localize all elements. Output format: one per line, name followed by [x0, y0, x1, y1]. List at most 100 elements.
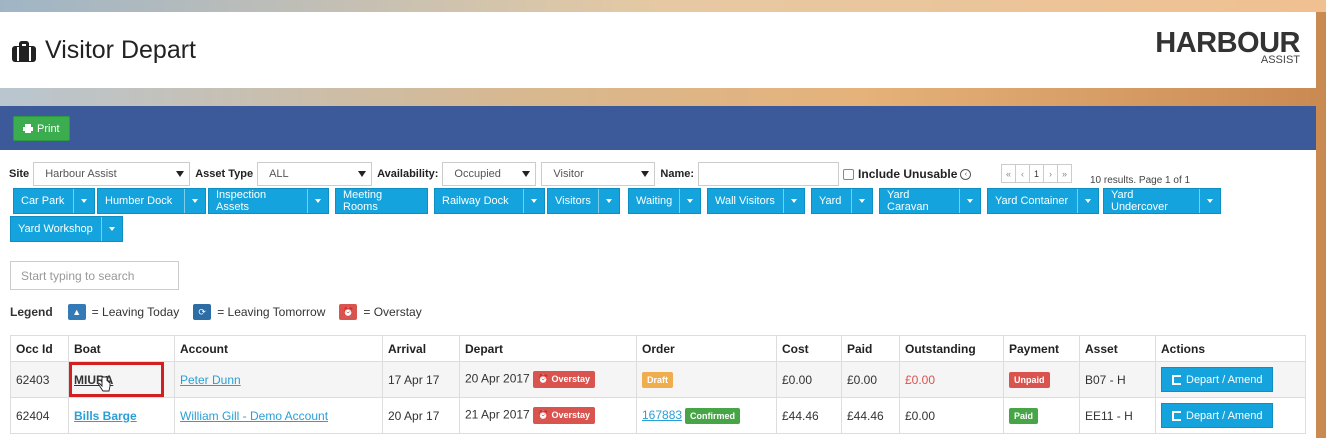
hand-cursor-icon	[98, 376, 111, 392]
asset-cell: EE11 - H	[1079, 397, 1156, 434]
chevron-down-icon[interactable]	[73, 189, 94, 213]
col-arrival[interactable]: Arrival	[382, 335, 460, 362]
arrival-cell: 20 Apr 17	[382, 397, 460, 434]
col-boat[interactable]: Boat	[68, 335, 175, 362]
category-yard-undercover[interactable]: Yard Undercover	[1103, 188, 1221, 214]
chevron-down-icon[interactable]	[959, 189, 980, 213]
highlight-box	[69, 362, 164, 397]
col-account[interactable]: Account	[174, 335, 383, 362]
col-order[interactable]: Order	[636, 335, 777, 362]
category-inspection-assets[interactable]: Inspection Assets	[208, 188, 329, 214]
legend-leaving-tomorrow: = Leaving Tomorrow	[217, 305, 326, 319]
order-link[interactable]: 167883	[642, 408, 682, 422]
page-title: Visitor Depart	[12, 36, 196, 65]
pager-last-button[interactable]: »	[1057, 164, 1072, 183]
chevron-down-icon[interactable]	[523, 189, 544, 213]
asset-cell: B07 - H	[1079, 361, 1156, 398]
col-outstanding[interactable]: Outstanding	[899, 335, 1004, 362]
col-asset[interactable]: Asset	[1079, 335, 1156, 362]
depart-amend-button[interactable]: Depart / Amend	[1161, 367, 1274, 392]
outstanding-cell: £0.00	[899, 361, 1004, 398]
toolbar: Print	[0, 106, 1316, 150]
print-button[interactable]: Print	[13, 116, 70, 141]
depart-amend-button[interactable]: Depart / Amend	[1161, 403, 1274, 428]
asset-type-select[interactable]: ALL	[257, 162, 373, 186]
col-paid[interactable]: Paid	[841, 335, 900, 362]
category-label: Waiting	[636, 195, 673, 207]
chevron-down-icon[interactable]	[1199, 189, 1220, 213]
alarm-clock-icon: ⏰	[339, 304, 358, 320]
actions-cell: Depart / Amend	[1155, 397, 1306, 434]
col-depart[interactable]: Depart	[459, 335, 637, 362]
depart-date: 20 Apr 2017	[465, 371, 530, 386]
category-car-park[interactable]: Car Park	[13, 188, 95, 214]
category-visitors[interactable]: Visitors	[547, 188, 620, 214]
account-link[interactable]: Peter Dunn	[180, 373, 241, 387]
category-label: Yard Caravan	[887, 189, 929, 213]
cost-cell: £0.00	[776, 361, 842, 398]
table-row: 62404 Bills Barge William Gill - Demo Ac…	[10, 397, 1306, 434]
account-cell: Peter Dunn	[174, 361, 383, 398]
depart-amend-label: Depart / Amend	[1186, 373, 1263, 386]
category-wall-visitors[interactable]: Wall Visitors	[707, 188, 805, 214]
col-cost[interactable]: Cost	[776, 335, 842, 362]
occ-id-cell: 62403	[10, 361, 69, 398]
category-yard-caravan[interactable]: Yard Caravan	[879, 188, 981, 214]
category-waiting[interactable]: Waiting	[628, 188, 701, 214]
category-humber-dock[interactable]: Humber Dock	[97, 188, 206, 214]
pager-next-button[interactable]: ›	[1043, 164, 1058, 183]
actions-cell: Depart / Amend	[1155, 361, 1306, 398]
main-panel: Site Harbour Assist Asset Type ALL Avail…	[0, 150, 1316, 438]
results-count: 10 results. Page 1 of 1	[1090, 175, 1191, 186]
site-label: Site	[9, 168, 30, 180]
alarm-clock-icon: ⏰	[537, 374, 552, 384]
category-label: Yard Workshop	[18, 223, 93, 235]
category-meeting-rooms[interactable]: Meeting Rooms	[335, 188, 428, 214]
pager-first-button[interactable]: «	[1001, 164, 1016, 183]
printer-icon	[23, 124, 33, 133]
legend-leaving-today: = Leaving Today	[91, 305, 180, 319]
order-cell: 167883 Confirmed	[636, 397, 777, 434]
col-payment[interactable]: Payment	[1003, 335, 1080, 362]
chevron-left-circle-icon[interactable]: ‹	[960, 168, 972, 180]
asset-type-label: Asset Type	[195, 168, 254, 180]
payment-status-badge: Paid	[1009, 407, 1039, 424]
occupant-type-select[interactable]: Visitor	[541, 162, 656, 186]
outstanding-cell: £0.00	[899, 397, 1004, 434]
page-header: Visitor Depart HARBOUR ASSIST	[0, 12, 1316, 88]
name-label: Name:	[660, 168, 695, 180]
include-unusable-checkbox[interactable]	[843, 168, 855, 180]
table-row: 62403 MIURA Peter Dunn 17 Apr 17 20 Apr …	[10, 361, 1306, 398]
account-link[interactable]: William Gill - Demo Account	[180, 409, 328, 423]
chevron-down-icon[interactable]	[101, 217, 122, 241]
category-label: Wall Visitors	[715, 195, 775, 207]
site-select-value: Harbour Assist	[45, 168, 117, 180]
pager-prev-button[interactable]: ‹	[1015, 164, 1030, 183]
overstay-badge: ⏰ Overstay	[532, 371, 595, 388]
chevron-down-icon[interactable]	[184, 189, 205, 213]
pager-page-button[interactable]: 1	[1029, 164, 1044, 183]
boat-link[interactable]: Bills Barge	[74, 409, 137, 423]
arrival-cell: 17 Apr 17	[382, 361, 460, 398]
chevron-down-icon[interactable]	[679, 189, 700, 213]
site-select[interactable]: Harbour Assist	[33, 162, 191, 186]
category-label: Yard Undercover	[1111, 189, 1168, 213]
category-yard[interactable]: Yard	[811, 188, 873, 214]
search-input[interactable]: Start typing to search	[10, 261, 179, 290]
occupant-type-value: Visitor	[553, 168, 584, 180]
chevron-down-icon[interactable]	[1077, 189, 1098, 213]
category-yard-workshop[interactable]: Yard Workshop	[10, 216, 123, 242]
col-occ-id[interactable]: Occ Id	[10, 335, 69, 362]
order-status-badge: Confirmed	[685, 407, 741, 424]
availability-select[interactable]: Occupied	[442, 162, 537, 186]
category-label: Meeting Rooms	[343, 189, 383, 213]
category-yard-container[interactable]: Yard Container	[987, 188, 1099, 214]
chevron-down-icon[interactable]	[783, 189, 804, 213]
chevron-down-icon[interactable]	[307, 189, 328, 213]
sign-out-icon	[1172, 374, 1181, 385]
col-actions: Actions	[1155, 335, 1306, 362]
name-input[interactable]	[698, 162, 840, 186]
chevron-down-icon[interactable]	[851, 189, 872, 213]
chevron-down-icon[interactable]	[598, 189, 619, 213]
category-railway-dock[interactable]: Railway Dock	[434, 188, 545, 214]
